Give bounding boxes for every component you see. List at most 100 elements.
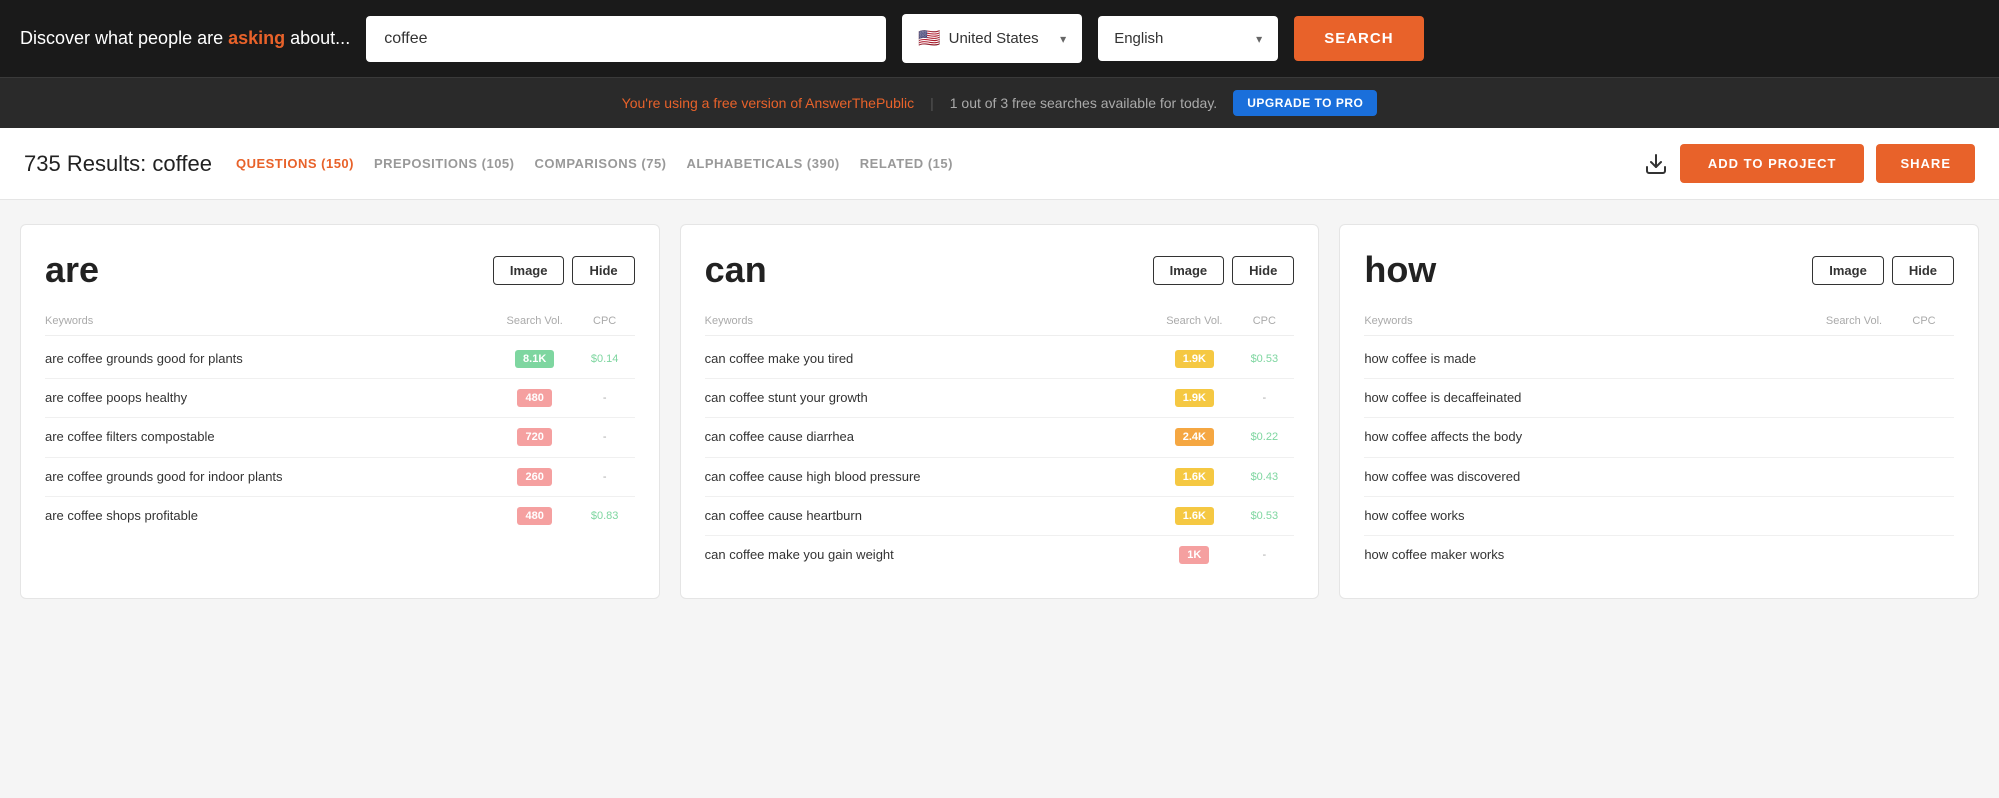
card-actions: Image Hide bbox=[493, 256, 635, 285]
col-cpc: CPC bbox=[1234, 315, 1294, 327]
table-row: are coffee grounds good for indoor plant… bbox=[45, 458, 635, 497]
nav-tabs: QUESTIONS (150) PREPOSITIONS (105) COMPA… bbox=[236, 156, 1620, 171]
cpc-value: - bbox=[603, 392, 607, 404]
search-button[interactable]: SEARCH bbox=[1294, 16, 1423, 61]
image-button[interactable]: Image bbox=[1812, 256, 1884, 285]
search-volume-badge: 1.6K bbox=[1175, 468, 1214, 486]
search-volume-badge: 8.1K bbox=[515, 350, 554, 368]
cpc-value: - bbox=[1262, 392, 1266, 404]
flag-icon: 🇺🇸 bbox=[918, 28, 940, 49]
col-search-vol: Search Vol. bbox=[1154, 315, 1234, 327]
keyword-text: are coffee shops profitable bbox=[45, 507, 495, 525]
table-row: can coffee cause high blood pressure 1.6… bbox=[705, 458, 1295, 497]
hide-button[interactable]: Hide bbox=[1232, 256, 1294, 285]
col-keywords: Keywords bbox=[1364, 315, 1814, 327]
search-volume-badge: 720 bbox=[517, 428, 551, 446]
cpc-value: - bbox=[1262, 549, 1266, 561]
country-select-wrap: 🇺🇸 United States ▾ bbox=[902, 14, 1082, 63]
keyword-text: how coffee maker works bbox=[1364, 546, 1814, 564]
cpc-value: - bbox=[603, 431, 607, 443]
keyword-card: are Image Hide Keywords Search Vol. CPC … bbox=[20, 224, 660, 599]
search-volume-badge: 2.4K bbox=[1175, 428, 1214, 446]
results-count: 735 Results: bbox=[24, 151, 152, 176]
search-volume-badge: 1.9K bbox=[1175, 389, 1214, 407]
keyword-text: how coffee was discovered bbox=[1364, 468, 1814, 486]
tagline-suffix: about... bbox=[285, 28, 350, 48]
table-header: Keywords Search Vol. CPC bbox=[705, 311, 1295, 336]
card-section-title: how bbox=[1364, 249, 1436, 291]
add-to-project-button[interactable]: ADD TO PROJECT bbox=[1680, 144, 1865, 183]
table-row: can coffee make you tired 1.9K $0.53 bbox=[705, 340, 1295, 379]
card-section-title: are bbox=[45, 249, 99, 291]
share-button[interactable]: SHARE bbox=[1876, 144, 1975, 183]
tab-alphabeticals[interactable]: ALPHABETICALS (390) bbox=[687, 156, 840, 171]
language-select-wrap: English ▾ bbox=[1098, 16, 1278, 61]
col-keywords: Keywords bbox=[45, 315, 495, 327]
keyword-text: how coffee is made bbox=[1364, 350, 1814, 368]
tab-questions[interactable]: QUESTIONS (150) bbox=[236, 156, 354, 171]
col-keywords: Keywords bbox=[705, 315, 1155, 327]
table-row: can coffee make you gain weight 1K - bbox=[705, 536, 1295, 574]
keyword-text: can coffee make you tired bbox=[705, 350, 1155, 368]
table-row: how coffee maker works bbox=[1364, 536, 1954, 574]
col-search-vol: Search Vol. bbox=[495, 315, 575, 327]
cpc-value: - bbox=[603, 471, 607, 483]
table-row: how coffee works bbox=[1364, 497, 1954, 536]
image-button[interactable]: Image bbox=[1153, 256, 1225, 285]
cpc-value: $0.83 bbox=[591, 510, 619, 522]
keyword-text: how coffee affects the body bbox=[1364, 428, 1814, 446]
info-bar: You're using a free version of AnswerThe… bbox=[0, 77, 1999, 128]
tagline-asking: asking bbox=[228, 28, 285, 48]
results-header: 735 Results: coffee QUESTIONS (150) PREP… bbox=[0, 128, 1999, 200]
free-version-text: You're using a free version of AnswerThe… bbox=[622, 95, 914, 111]
header: Discover what people are asking about...… bbox=[0, 0, 1999, 77]
table-header: Keywords Search Vol. CPC bbox=[1364, 311, 1954, 336]
table-row: can coffee cause heartburn 1.6K $0.53 bbox=[705, 497, 1295, 536]
table-row: are coffee grounds good for plants 8.1K … bbox=[45, 340, 635, 379]
card-actions: Image Hide bbox=[1812, 256, 1954, 285]
search-volume-badge: 1.9K bbox=[1175, 350, 1214, 368]
table-header: Keywords Search Vol. CPC bbox=[45, 311, 635, 336]
language-select[interactable]: English ▾ bbox=[1098, 16, 1278, 61]
tab-related[interactable]: RELATED (15) bbox=[860, 156, 953, 171]
keyword-text: can coffee cause diarrhea bbox=[705, 428, 1155, 446]
search-volume-badge: 480 bbox=[517, 389, 551, 407]
table-row: how coffee was discovered bbox=[1364, 458, 1954, 497]
table-row: can coffee stunt your growth 1.9K - bbox=[705, 379, 1295, 418]
divider: | bbox=[930, 95, 934, 111]
search-volume-badge: 1K bbox=[1179, 546, 1209, 564]
cpc-value: $0.43 bbox=[1251, 471, 1279, 483]
keyword-text: are coffee poops healthy bbox=[45, 389, 495, 407]
results-actions: ADD TO PROJECT SHARE bbox=[1644, 144, 1975, 183]
upgrade-to-pro-button[interactable]: UPGRADE TO PRO bbox=[1233, 90, 1377, 116]
card-actions: Image Hide bbox=[1153, 256, 1295, 285]
hide-button[interactable]: Hide bbox=[1892, 256, 1954, 285]
tab-comparisons[interactable]: COMPARISONS (75) bbox=[535, 156, 667, 171]
keyword-card: how Image Hide Keywords Search Vol. CPC … bbox=[1339, 224, 1979, 599]
keyword-text: can coffee cause high blood pressure bbox=[705, 468, 1155, 486]
card-header: can Image Hide bbox=[705, 249, 1295, 291]
col-cpc: CPC bbox=[1894, 315, 1954, 327]
keyword-text: can coffee make you gain weight bbox=[705, 546, 1155, 564]
search-volume-badge: 480 bbox=[517, 507, 551, 525]
table-row: are coffee shops profitable 480 $0.83 bbox=[45, 497, 635, 535]
col-cpc: CPC bbox=[575, 315, 635, 327]
tagline-prefix: Discover what people are bbox=[20, 28, 228, 48]
keyword-text: are coffee grounds good for indoor plant… bbox=[45, 468, 495, 486]
table-row: how coffee affects the body bbox=[1364, 418, 1954, 457]
hide-button[interactable]: Hide bbox=[572, 256, 634, 285]
card-header: are Image Hide bbox=[45, 249, 635, 291]
country-select[interactable]: 🇺🇸 United States ▾ bbox=[902, 14, 1082, 63]
keyword-text: are coffee grounds good for plants bbox=[45, 350, 495, 368]
tab-prepositions[interactable]: PREPOSITIONS (105) bbox=[374, 156, 515, 171]
table-row: can coffee cause diarrhea 2.4K $0.22 bbox=[705, 418, 1295, 457]
image-button[interactable]: Image bbox=[493, 256, 565, 285]
search-volume-badge: 260 bbox=[517, 468, 551, 486]
table-row: are coffee filters compostable 720 - bbox=[45, 418, 635, 457]
search-input[interactable] bbox=[366, 16, 886, 62]
download-button[interactable] bbox=[1644, 152, 1668, 176]
cpc-value: $0.14 bbox=[591, 353, 619, 365]
search-volume-badge: 1.6K bbox=[1175, 507, 1214, 525]
keyword-text: how coffee is decaffeinated bbox=[1364, 389, 1814, 407]
keyword-text: are coffee filters compostable bbox=[45, 428, 495, 446]
